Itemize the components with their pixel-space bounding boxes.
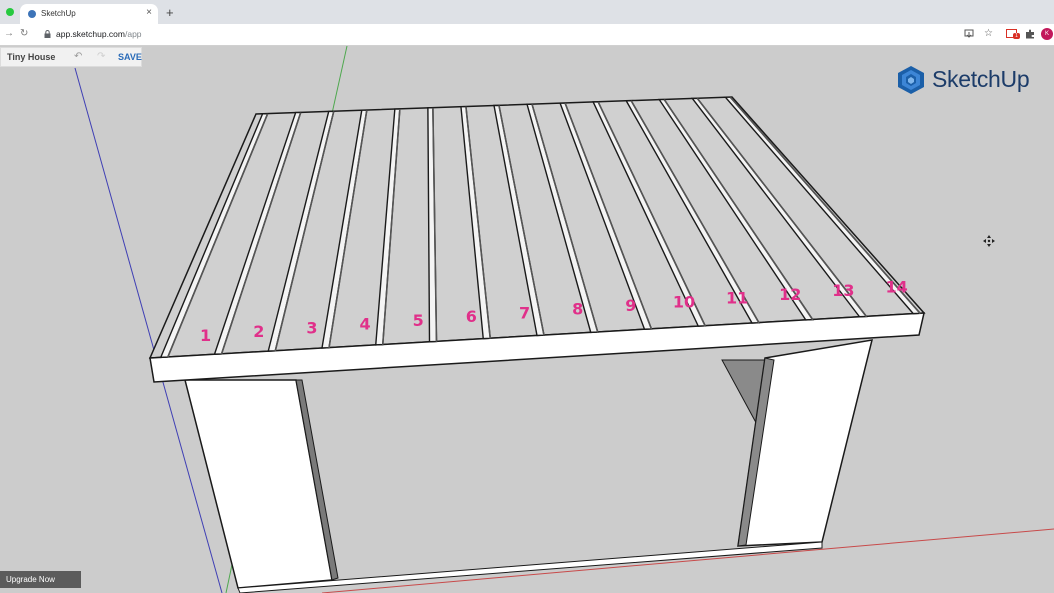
batten-label: 11: [726, 289, 748, 308]
batten-label: 4: [360, 315, 371, 334]
sketchup-logo-icon: [898, 66, 924, 94]
batten-label: 12: [779, 285, 801, 304]
reload-icon[interactable]: ↻: [20, 28, 28, 40]
tab-close-icon[interactable]: ×: [146, 7, 152, 19]
gmail-badge: 1: [1013, 33, 1020, 39]
batten-label: 10: [673, 292, 695, 311]
batten-label: 8: [572, 300, 583, 319]
batten-label: 7: [519, 303, 530, 322]
profile-avatar[interactable]: K: [1041, 28, 1053, 40]
undo-icon[interactable]: ↶: [74, 51, 82, 63]
browser-tab-bar: SketchUp × +: [0, 0, 1054, 24]
batten-label: 6: [466, 307, 477, 326]
project-panel: Tiny House ↶ ↷ SAVE: [0, 47, 142, 67]
sketchup-favicon-icon: [28, 10, 36, 18]
tab-title: SketchUp: [41, 9, 76, 18]
sketchup-logo: SketchUp: [896, 64, 1046, 96]
left-wall: [184, 379, 333, 589]
batten-label: 5: [413, 311, 424, 330]
window-control-icon[interactable]: [6, 8, 14, 16]
new-tab-icon[interactable]: +: [166, 6, 174, 20]
url-path: /app: [124, 29, 142, 39]
lock-icon: [44, 30, 51, 38]
install-icon[interactable]: [964, 29, 974, 39]
forward-icon[interactable]: →: [4, 28, 14, 40]
url-host: app.sketchup.com: [56, 29, 125, 39]
batten-label: 2: [253, 322, 264, 341]
red-axis: [321, 528, 1054, 593]
save-button[interactable]: SAVE: [118, 52, 142, 62]
batten-label: 14: [885, 277, 907, 296]
batten-label: 9: [625, 296, 636, 315]
batten-label: 3: [306, 318, 317, 337]
model-scene: 1 2 3 4 5 6 7 8 9 10 11 12 13 14: [74, 46, 1054, 593]
redo-icon[interactable]: ↷: [97, 51, 105, 63]
brand-name: SketchUp: [932, 66, 1030, 92]
url-text[interactable]: app.sketchup.com/app: [56, 29, 142, 39]
model-viewport[interactable]: 1 2 3 4 5 6 7 8 9 10 11 12 13 14: [0, 46, 1054, 593]
batten-label: 13: [832, 281, 854, 300]
star-icon[interactable]: ☆: [984, 28, 993, 40]
green-axis: [330, 46, 348, 119]
batten-label: 1: [200, 326, 211, 345]
address-bar: → ↻ app.sketchup.com/app ☆ 1 K: [0, 24, 1054, 46]
extensions-icon[interactable]: [1025, 29, 1035, 39]
project-title[interactable]: Tiny House: [7, 52, 55, 62]
orbit-cursor-icon: [983, 235, 995, 247]
browser-tab[interactable]: SketchUp ×: [20, 4, 158, 24]
upgrade-now-button[interactable]: Upgrade Now: [0, 571, 81, 588]
